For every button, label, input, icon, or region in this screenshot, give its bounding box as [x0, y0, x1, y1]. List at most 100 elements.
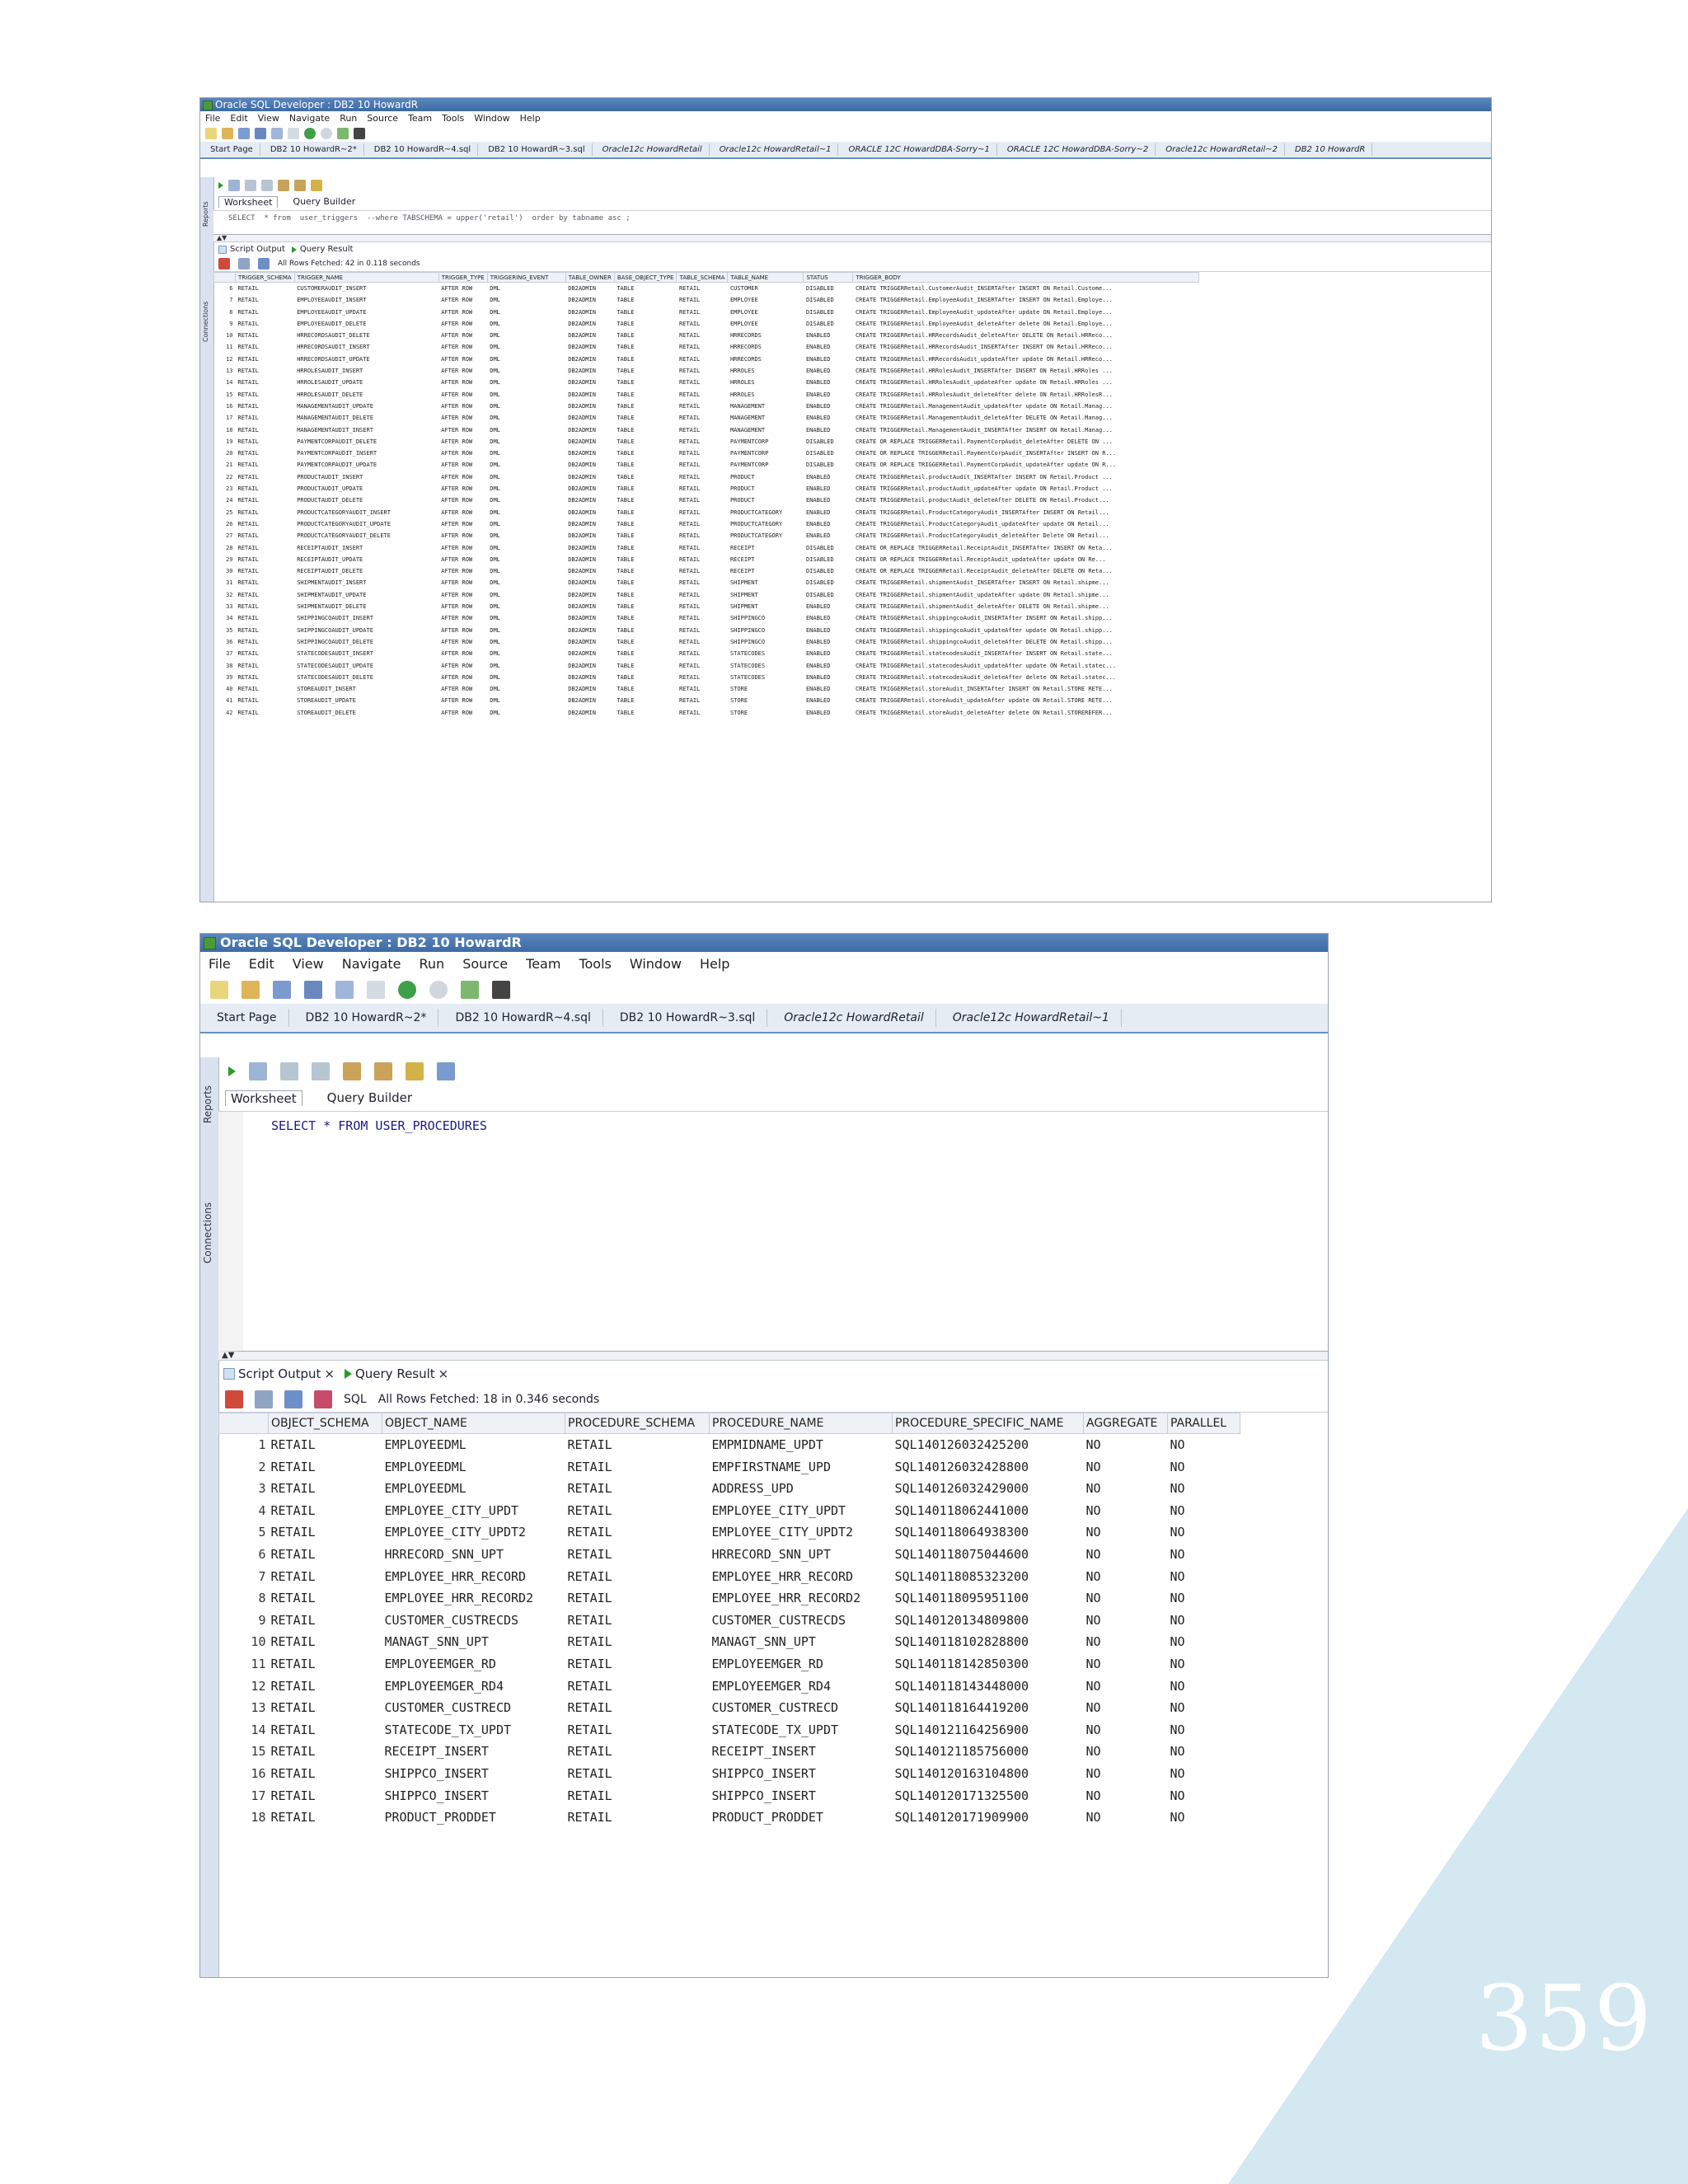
table-cell[interactable]: SQL140118095951100: [893, 1587, 1084, 1610]
table-cell[interactable]: RETAIL: [677, 459, 728, 471]
table-row[interactable]: 13 RETAIL HRROLESAUDIT_INSERT AFTER ROW DML D…: [214, 365, 1199, 377]
table-cell[interactable]: HRROLES: [728, 389, 804, 401]
column-header-object-name[interactable]: OBJECT_NAME: [382, 1413, 565, 1434]
table-cell[interactable]: EMPLOYEE_CITY_UPDT: [382, 1500, 565, 1522]
table-cell[interactable]: AFTER ROW: [438, 341, 487, 353]
table-cell[interactable]: RETAIL: [677, 424, 728, 436]
table-cell[interactable]: AFTER ROW: [438, 577, 487, 588]
tab-db2-howardr-active[interactable]: DB2 10 HowardR: [1288, 143, 1373, 156]
table-cell[interactable]: EMPLOYEE_HRR_RECORD2: [382, 1587, 565, 1610]
table-cell[interactable]: CREATE TRIGGERRetail.shippingcoAudit_INS…: [853, 612, 1199, 624]
column-header-object-schema[interactable]: OBJECT_SCHEMA: [268, 1413, 382, 1434]
table-cell[interactable]: RETAIL: [269, 1763, 382, 1785]
table-cell[interactable]: DML: [487, 459, 565, 471]
table-cell[interactable]: NO: [1168, 1500, 1240, 1522]
table-cell[interactable]: DISABLED: [804, 436, 853, 448]
table-cell[interactable]: RETAIL: [677, 283, 728, 295]
table-cell[interactable]: RETAIL: [565, 1631, 710, 1653]
table-cell[interactable]: RETAIL: [677, 294, 728, 306]
column-header[interactable]: TABLE_SCHEMA: [676, 272, 729, 283]
open-icon[interactable]: [222, 128, 233, 139]
table-cell[interactable]: CREATE TRIGGERRetail.ManagementAudit_del…: [853, 412, 1199, 424]
table-cell[interactable]: PAYMENTCORPAUDIT_UPDATE: [294, 459, 438, 471]
table-cell[interactable]: TABLE: [614, 601, 677, 612]
table-cell[interactable]: NO: [1084, 1434, 1168, 1456]
table-cell[interactable]: CREATE TRIGGERRetail.storeAudit_deleteAf…: [853, 707, 1199, 719]
table-cell[interactable]: PRODUCTCATEGORYAUDIT_DELETE: [294, 530, 438, 541]
table-cell[interactable]: RECEIPT: [728, 565, 804, 577]
table-cell[interactable]: RETAIL: [236, 612, 295, 624]
table-cell[interactable]: CREATE TRIGGERRetail.EmployeeAudit_INSER…: [853, 294, 1199, 306]
table-cell[interactable]: DML: [487, 507, 565, 518]
table-row[interactable]: 11 RETAIL EMPLOYEEMGER_RD RETAIL EMPLOYEEMGE…: [219, 1653, 1240, 1675]
table-cell[interactable]: NO: [1168, 1653, 1240, 1675]
table-cell[interactable]: MANAGEMENT: [728, 412, 804, 424]
table-cell[interactable]: DB2ADMIN: [565, 577, 614, 588]
table-cell[interactable]: CREATE TRIGGERRetail.shippingcoAudit_del…: [853, 636, 1199, 648]
table-cell[interactable]: CREATE TRIGGERRetail.HRRolesAudit_update…: [853, 377, 1199, 388]
table-cell[interactable]: NO: [1084, 1697, 1168, 1719]
table-cell[interactable]: RECEIPTAUDIT_INSERT: [294, 542, 438, 554]
table-row[interactable]: 12 RETAIL HRRECORDSAUDIT_UPDATE AFTER ROW DM…: [214, 354, 1199, 365]
table-cell[interactable]: DB2ADMIN: [565, 294, 614, 306]
redo-icon[interactable]: [288, 128, 299, 139]
table-cell[interactable]: CREATE TRIGGERRetail.productAudit_update…: [853, 483, 1199, 494]
table-cell[interactable]: RETAIL: [236, 471, 295, 483]
tab-script-output[interactable]: Script Output: [218, 245, 285, 254]
table-cell[interactable]: RETAIL: [236, 554, 295, 565]
table-cell[interactable]: RETAIL: [236, 412, 295, 424]
table-row[interactable]: 10 RETAIL MANAGT_SNN_UPT RETAIL MANAGT_SNN_U…: [219, 1631, 1240, 1653]
table-cell[interactable]: RECEIPT: [728, 554, 804, 565]
table-cell[interactable]: RETAIL: [236, 330, 295, 341]
table-cell[interactable]: DML: [487, 554, 565, 565]
table-cell[interactable]: SQL140118142850300: [893, 1653, 1084, 1675]
table-cell[interactable]: DB2ADMIN: [565, 307, 614, 318]
table-row[interactable]: 26 RETAIL PRODUCTCATEGORYAUDIT_UPDATE AFTER…: [214, 518, 1199, 530]
table-row[interactable]: 14 RETAIL HRROLESAUDIT_UPDATE AFTER ROW DML D…: [214, 377, 1199, 388]
table-cell[interactable]: DB2ADMIN: [565, 401, 614, 412]
sql-editor[interactable]: SELECT * FROM USER_PROCEDURES: [218, 1112, 1328, 1352]
undo-icon[interactable]: [335, 981, 354, 999]
menu-run[interactable]: Run: [420, 956, 445, 972]
table-row[interactable]: 6 RETAIL CUSTOMERAUDIT_INSERT AFTER ROW DML D…: [214, 283, 1199, 295]
table-cell[interactable]: RETAIL: [677, 683, 728, 695]
table-cell[interactable]: SHIPPINGCOAUDIT_INSERT: [294, 612, 438, 624]
save-icon[interactable]: [238, 128, 250, 139]
table-row[interactable]: 13 RETAIL CUSTOMER_CUSTRECD RETAIL CUSTOMER_…: [219, 1697, 1240, 1719]
table-cell[interactable]: RETAIL: [236, 683, 295, 695]
table-cell[interactable]: TABLE: [614, 625, 677, 636]
run-script-icon[interactable]: [228, 180, 240, 191]
table-cell[interactable]: CREATE TRIGGERRetail.EmployeeAudit_delet…: [853, 318, 1199, 330]
column-header[interactable]: STATUS: [803, 272, 854, 283]
table-cell[interactable]: PRODUCT: [728, 471, 804, 483]
table-cell[interactable]: EMPMIDNAME_UPDT: [710, 1434, 893, 1456]
table-cell[interactable]: DML: [487, 612, 565, 624]
table-row[interactable]: 35 RETAIL SHIPPINGCOAUDIT_UPDATE AFTER ROW D…: [214, 625, 1199, 636]
table-cell[interactable]: CREATE OR REPLACE TRIGGERRetail.PaymentC…: [853, 459, 1199, 471]
table-cell[interactable]: DML: [487, 577, 565, 588]
table-cell[interactable]: DML: [487, 483, 565, 494]
table-cell[interactable]: CUSTOMER_CUSTRECDS: [710, 1610, 893, 1632]
table-cell[interactable]: CREATE OR REPLACE TRIGGERRetail.ReceiptA…: [853, 542, 1199, 554]
table-cell[interactable]: RETAIL: [236, 365, 295, 377]
table-row[interactable]: 28 RETAIL RECEIPTAUDIT_INSERT AFTER ROW DML D…: [214, 542, 1199, 554]
menu-team[interactable]: Team: [408, 113, 432, 124]
explain-plan-icon[interactable]: [278, 180, 289, 191]
table-cell[interactable]: HRROLES: [728, 365, 804, 377]
table-cell[interactable]: AFTER ROW: [438, 354, 487, 365]
table-cell[interactable]: SHIPPINGCO: [728, 625, 804, 636]
menu-file[interactable]: File: [205, 113, 220, 124]
table-cell[interactable]: AFTER ROW: [438, 530, 487, 541]
table-cell[interactable]: HRRECORD_SNN_UPT: [710, 1544, 893, 1566]
table-cell[interactable]: DB2ADMIN: [565, 330, 614, 341]
table-cell[interactable]: RETAIL: [269, 1741, 382, 1763]
table-cell[interactable]: DB2ADMIN: [565, 448, 614, 459]
table-cell[interactable]: ENABLED: [804, 424, 853, 436]
table-cell[interactable]: SHIPMENTAUDIT_UPDATE: [294, 589, 438, 601]
table-cell[interactable]: ENABLED: [804, 412, 853, 424]
table-cell[interactable]: RETAIL: [236, 636, 295, 648]
table-cell[interactable]: SHIPPINGCO: [728, 636, 804, 648]
table-cell[interactable]: RETAIL: [269, 1478, 382, 1500]
table-cell[interactable]: HRROLESAUDIT_INSERT: [294, 365, 438, 377]
table-cell[interactable]: DML: [487, 307, 565, 318]
